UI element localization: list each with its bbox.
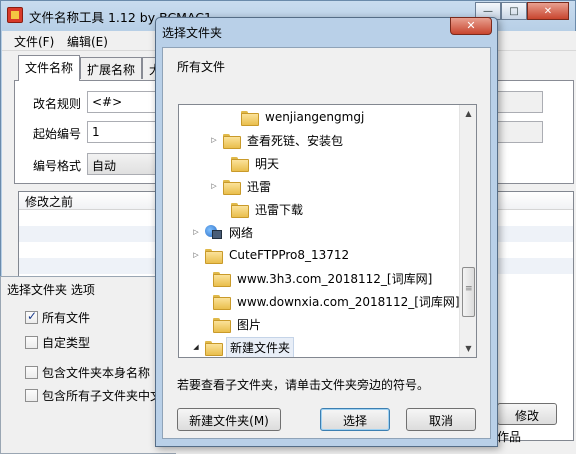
right-field-2[interactable]	[495, 121, 543, 143]
rule-label: 改名规则	[33, 97, 82, 111]
check-label: 所有文件	[42, 310, 91, 325]
tree-item-label: 新建文件夹	[226, 336, 295, 357]
check-label: 包含所有子文件夹中文	[42, 388, 163, 403]
tree-item-label: 查看死链、安装包	[247, 133, 344, 148]
tree-item[interactable]: www.downxia.com_2018112_[词库网]	[199, 290, 463, 312]
folder-icon	[231, 156, 249, 172]
tree-item[interactable]: www.3h3.com_2018112_[词库网]	[199, 267, 435, 289]
status-text: 作品	[497, 430, 522, 444]
maximize-button[interactable]: □	[501, 2, 527, 20]
new-folder-button[interactable]: 新建文件夹(M)	[177, 408, 281, 431]
expander-arrow-icon[interactable]: ▷	[209, 136, 219, 144]
tab-extension[interactable]: 扩展名称	[80, 57, 142, 79]
check-custom-type[interactable]: 自定类型	[25, 334, 90, 350]
dialog-body: 所有文件 wenjiangengmgj ▷ 查看死链、安装包明天 ▷ 迅雷迅雷下载 ▷ 网络…	[162, 47, 491, 439]
tree-item-label: 网络	[229, 225, 254, 240]
app-icon	[7, 7, 23, 23]
tree-item-label: www.3h3.com_2018112_[词库网]	[237, 271, 433, 286]
tree-item[interactable]: ▷ 查看死链、安装包	[209, 129, 346, 151]
check-all-files[interactable]: 所有文件	[25, 309, 90, 325]
folder-icon	[213, 271, 231, 287]
tree-item[interactable]: ▷ 网络	[191, 221, 256, 243]
right-field-1[interactable]	[495, 91, 543, 113]
tree-item-label: wenjiangengmgj	[265, 110, 365, 124]
scroll-down-arrow-icon[interactable]: ▼	[460, 340, 476, 357]
close-button[interactable]: ✕	[527, 2, 569, 20]
checkbox[interactable]	[25, 365, 38, 379]
tree-item[interactable]: ▷ 迅雷	[209, 175, 274, 197]
number-format-label: 编号格式	[33, 159, 82, 173]
tree-item[interactable]: ◢ 新建文件夹	[191, 336, 295, 357]
menu-file[interactable]: 文件(F)	[14, 33, 54, 50]
tree-item-label: 明天	[255, 156, 280, 171]
select-button[interactable]: 选择	[320, 408, 390, 431]
folder-icon	[205, 248, 223, 264]
tree-item-label: 迅雷下载	[255, 202, 304, 217]
expander-arrow-icon[interactable]: ▷	[191, 251, 201, 259]
tree-item[interactable]: wenjiangengmgj	[227, 106, 367, 128]
checkbox-checked[interactable]	[25, 309, 38, 324]
scroll-thumb[interactable]	[462, 267, 475, 317]
folder-icon	[213, 294, 231, 310]
network-icon	[205, 225, 222, 239]
tree-item[interactable]: 明天	[217, 152, 282, 174]
expander-arrow-icon[interactable]: ▷	[209, 182, 219, 190]
folder-icon	[241, 110, 259, 126]
folder-icon	[223, 133, 241, 149]
check-label: 包含文件夹本身名称	[42, 365, 151, 380]
tab-filename[interactable]: 文件名称	[18, 55, 80, 81]
folder-icon	[223, 179, 241, 195]
tree-item[interactable]: 图片	[199, 313, 264, 335]
folder-options-panel: 选择文件夹 选项 所有文件 自定类型 包含文件夹本身名称 包含所有子文件夹中文	[0, 276, 176, 454]
tree-item[interactable]: ▷ CuteFTPPro8_13712	[191, 244, 352, 266]
scroll-up-arrow-icon[interactable]: ▲	[460, 105, 476, 122]
check-include-subfolders[interactable]: 包含所有子文件夹中文	[25, 387, 162, 403]
dialog-title: 选择文件夹	[162, 26, 223, 40]
cancel-button[interactable]: 取消	[406, 408, 476, 431]
check-include-folder-name[interactable]: 包含文件夹本身名称	[25, 364, 150, 380]
tree-item-label: 图片	[237, 317, 262, 332]
check-label: 自定类型	[42, 335, 91, 350]
start-number-label: 起始编号	[33, 127, 82, 141]
checkbox[interactable]	[25, 388, 38, 402]
dialog-hint: 若要查看子文件夹，请单击文件夹旁边的符号。	[177, 378, 430, 392]
options-title: 选择文件夹 选项	[7, 283, 95, 297]
modify-button[interactable]: 修改	[497, 403, 557, 425]
expander-arrow-icon[interactable]: ▷	[191, 228, 201, 236]
expander-arrow-icon[interactable]: ◢	[191, 343, 201, 351]
menu-edit[interactable]: 编辑(E)	[67, 33, 108, 50]
tree-item-label: CuteFTPPro8_13712	[229, 248, 350, 262]
tree-item-label: www.downxia.com_2018112_[词库网]	[237, 294, 460, 309]
folder-icon	[231, 202, 249, 218]
tree-item-label: 迅雷	[247, 179, 272, 194]
dialog-description: 所有文件	[177, 60, 226, 74]
tree-scrollbar[interactable]: ▲ ▼	[459, 105, 476, 357]
checkbox[interactable]	[25, 335, 38, 349]
tree-item[interactable]: 迅雷下载	[217, 198, 306, 220]
folder-icon	[213, 317, 231, 333]
folder-tree[interactable]: wenjiangengmgj ▷ 查看死链、安装包明天 ▷ 迅雷迅雷下载 ▷ 网络 ▷ Cute…	[178, 104, 477, 358]
folder-icon	[205, 340, 223, 356]
dialog-close-button[interactable]: ✕	[450, 17, 492, 35]
select-folder-dialog: 选择文件夹 ✕ 所有文件 wenjiangengmgj ▷ 查看死链、安装包明天 ▷ 迅…	[155, 17, 498, 447]
